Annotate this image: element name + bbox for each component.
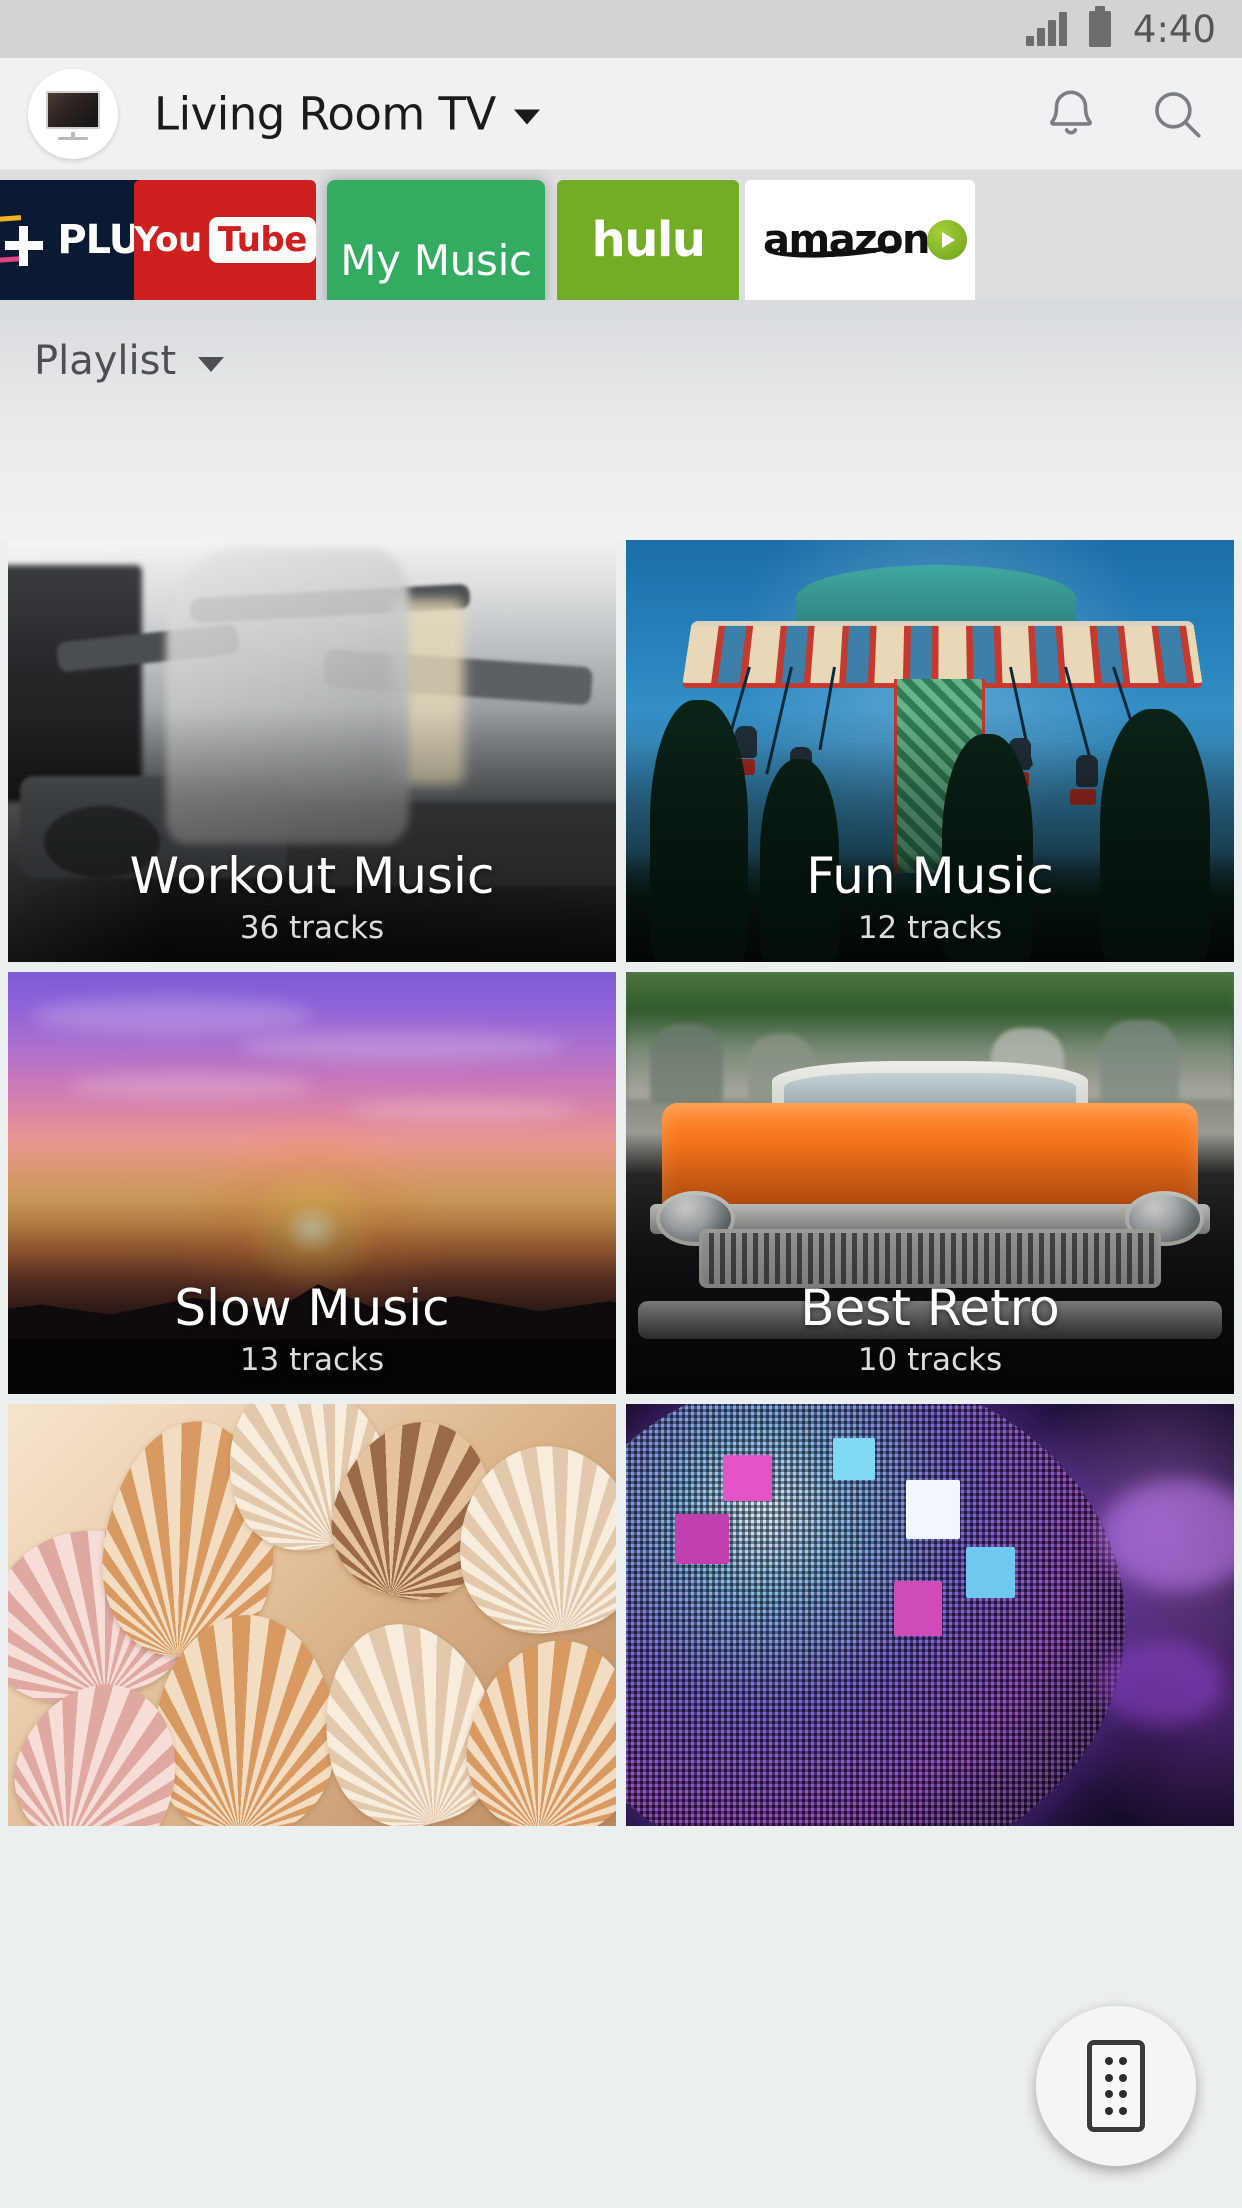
playlist-name: Workout Music: [129, 846, 495, 905]
search-icon[interactable]: [1146, 83, 1208, 145]
caret-down-icon: [198, 356, 225, 372]
header-actions: [1040, 83, 1208, 145]
playlist-tracks: 10 tracks: [857, 1342, 1003, 1378]
caret-down-icon: [513, 109, 540, 124]
tab-youtube[interactable]: You Tube: [134, 180, 316, 300]
amazon-logo-icon: amazon: [753, 217, 967, 263]
tile-caption: Fun Music 12 tracks: [626, 846, 1234, 946]
tab-hulu[interactable]: hulu: [557, 180, 739, 300]
tile-caption: Slow Music 13 tracks: [8, 1278, 616, 1378]
playlist-grid: Workout Music 36 tracks Fun Music 12 tra…: [0, 540, 1242, 2208]
tab-amazon[interactable]: amazon: [745, 180, 975, 300]
playlist-tracks: 13 tracks: [239, 1342, 385, 1378]
playlist-tile[interactable]: Slow Music 13 tracks: [8, 972, 616, 1394]
playlist-tracks: 36 tracks: [239, 910, 385, 946]
tile-caption: Workout Music 36 tracks: [8, 846, 616, 946]
signal-bars-icon: [1025, 12, 1067, 46]
tab-hulu-label: hulu: [591, 212, 706, 268]
plus-logo-icon: [0, 210, 55, 270]
battery-full-icon: [1088, 6, 1111, 47]
tab-my-music[interactable]: My Music: [327, 180, 545, 300]
tab-my-music-label: My Music: [340, 235, 532, 285]
tile-caption: Best Retro 10 tracks: [626, 1278, 1234, 1378]
tile-artwork-seashells: [8, 1404, 616, 1826]
app-root: 4:40 Living Room TV PLUS You Tube My Mus…: [0, 0, 1242, 2208]
status-bar: 4:40: [0, 0, 1242, 58]
youtube-logo-icon: You Tube: [134, 217, 316, 263]
tile-caption: [626, 1802, 1234, 1810]
playlist-name: Best Retro: [800, 1278, 1060, 1337]
playlist-name: Fun Music: [806, 846, 1054, 905]
tile-caption: [8, 1802, 616, 1810]
device-name: Living Room TV: [154, 87, 496, 140]
amazon-play-icon: [926, 220, 967, 260]
section-bar: Playlist: [0, 300, 1242, 540]
tab-youtube-tube: Tube: [217, 220, 308, 260]
playlist-tile[interactable]: Workout Music 36 tracks: [8, 540, 616, 962]
device-selector[interactable]: Living Room TV: [154, 87, 540, 140]
tile-artwork-disco-ball: [626, 1404, 1234, 1826]
app-header: Living Room TV: [0, 58, 1242, 170]
bell-icon[interactable]: [1040, 83, 1102, 145]
playlist-tile[interactable]: [626, 1404, 1234, 1826]
remote-control-icon: [1087, 2040, 1145, 2132]
playlist-tile[interactable]: [8, 1404, 616, 1826]
section-title: Playlist: [34, 338, 177, 384]
app-tabs-strip[interactable]: PLUS You Tube My Music hulu amazon: [0, 170, 1242, 300]
playlist-tile[interactable]: Best Retro 10 tracks: [626, 972, 1234, 1394]
status-clock: 4:40: [1132, 7, 1216, 51]
remote-control-fab[interactable]: [1036, 2006, 1196, 2166]
tab-youtube-you: You: [134, 220, 202, 260]
playlist-tracks: 12 tracks: [857, 910, 1003, 946]
playlist-selector[interactable]: Playlist: [34, 338, 225, 384]
playlist-tile[interactable]: Fun Music 12 tracks: [626, 540, 1234, 962]
tv-icon[interactable]: [28, 68, 118, 159]
playlist-name: Slow Music: [174, 1278, 450, 1337]
